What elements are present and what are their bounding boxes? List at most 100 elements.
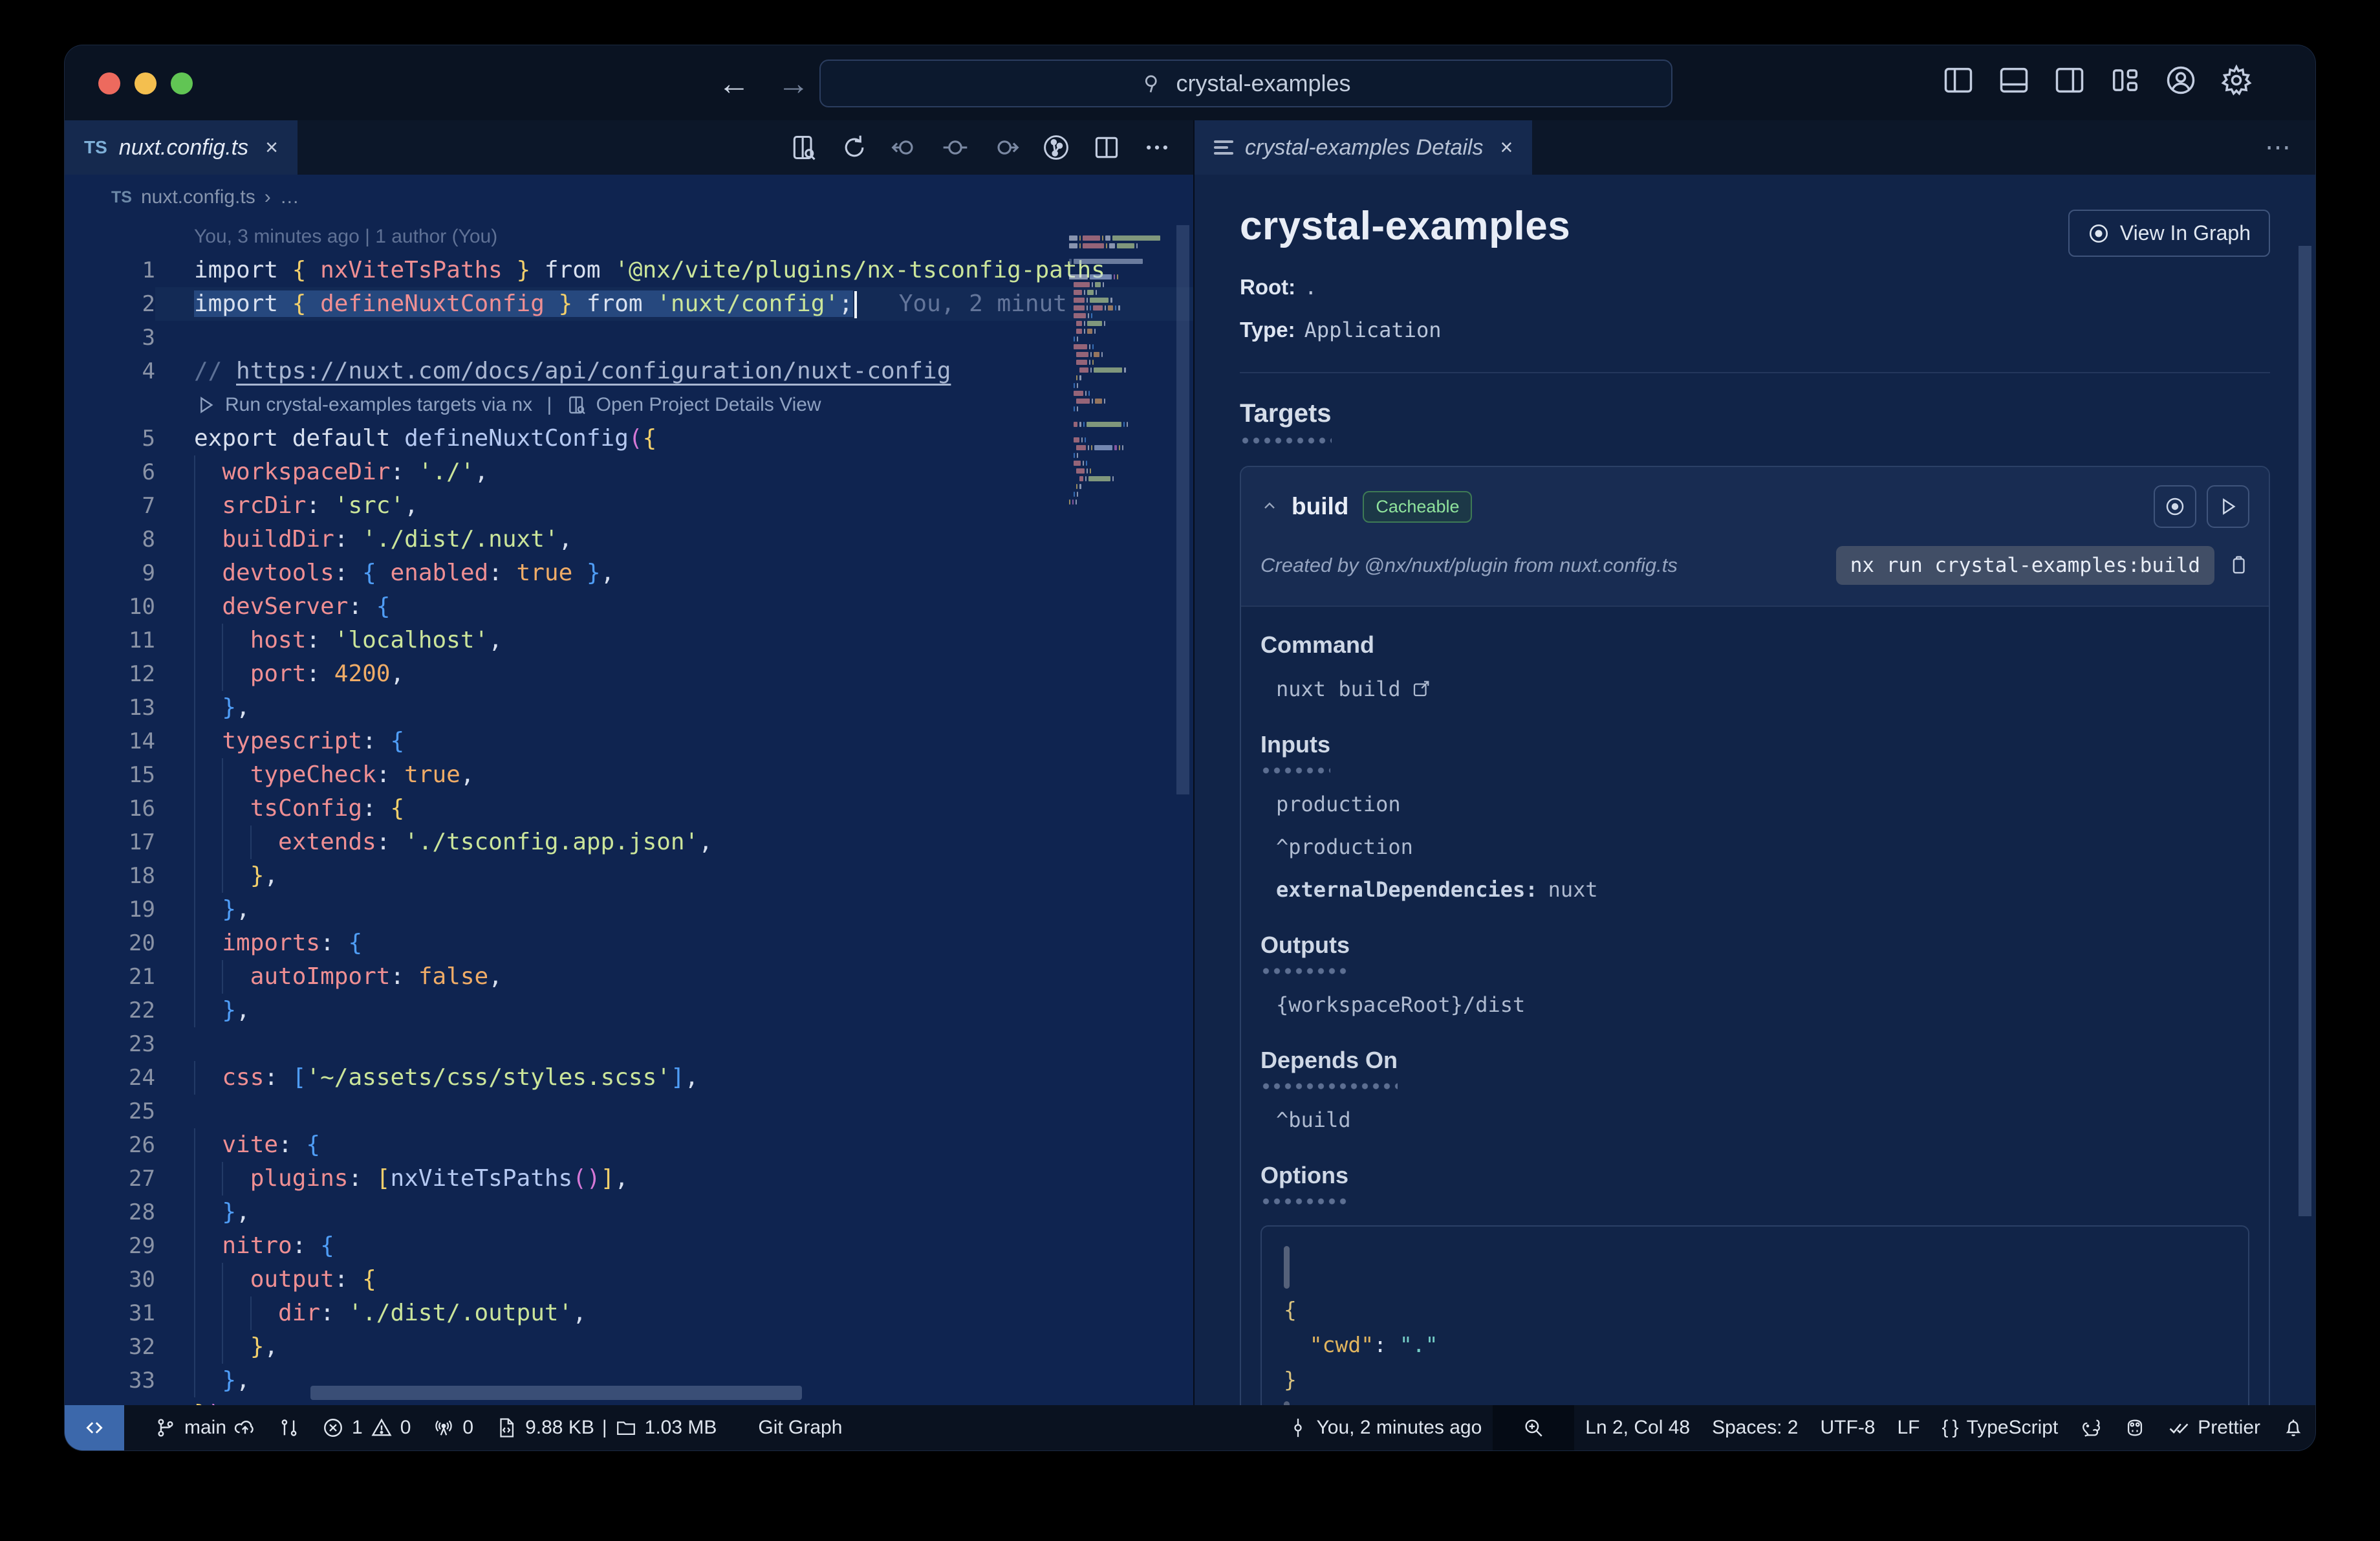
code-line[interactable]: 27 plugins: [nxViteTsPaths()],	[65, 1162, 1193, 1196]
options-json-box[interactable]: { "cwd": "."}	[1260, 1225, 2249, 1405]
code-line[interactable]: Run crystal-examples targets via nx | Op…	[65, 388, 1193, 422]
minimap[interactable]	[1069, 228, 1161, 505]
code-line[interactable]: 20 imports: {	[65, 926, 1193, 960]
more-actions-icon[interactable]	[1143, 133, 1171, 162]
refresh-icon[interactable]	[840, 133, 869, 162]
git-branch-item[interactable]: main	[144, 1405, 267, 1450]
command-value[interactable]: nuxt build	[1260, 677, 2249, 701]
nav-forward-commit-icon[interactable]	[991, 133, 1020, 162]
code-line[interactable]: 3	[65, 321, 1193, 355]
close-window-button[interactable]	[98, 72, 120, 94]
toggle-secondary-sidebar-icon[interactable]	[2053, 63, 2086, 97]
code-line[interactable]: 10 devServer: {	[65, 590, 1193, 624]
code-line[interactable]: 16 tsConfig: {	[65, 792, 1193, 825]
code-line[interactable]: 17 extends: './tsconfig.app.json',	[65, 825, 1193, 859]
view-target-in-graph-button[interactable]	[2154, 485, 2196, 528]
copy-icon[interactable]	[2227, 554, 2249, 576]
build-target-header[interactable]: build Cacheable	[1241, 467, 2269, 533]
code-line[interactable]: 7 srcDir: 'src',	[65, 489, 1193, 523]
editor-horizontal-scrollbar[interactable]	[310, 1386, 802, 1400]
editor-vertical-scrollbar[interactable]	[1176, 225, 1189, 794]
code-line[interactable]: 13 },	[65, 691, 1193, 725]
code-line[interactable]: You, 3 minutes ago | 1 author (You)	[65, 220, 1193, 254]
history-back-button[interactable]: ←	[718, 65, 750, 102]
code-line[interactable]: 24 css: ['~/assets/css/styles.scss'],	[65, 1061, 1193, 1095]
toggle-primary-sidebar-icon[interactable]	[1942, 63, 1975, 97]
git-graph-circle-icon[interactable]	[1042, 133, 1070, 162]
command-center-search[interactable]: crystal-examples	[819, 60, 1672, 107]
maximize-window-button[interactable]	[171, 72, 193, 94]
view-in-graph-button[interactable]: View In Graph	[2068, 210, 2270, 257]
codelens-run[interactable]: Run crystal-examples targets via nx	[225, 388, 532, 422]
minimize-window-button[interactable]	[135, 72, 157, 94]
code-line[interactable]: 30 output: {	[65, 1263, 1193, 1296]
ports-item[interactable]: 0	[422, 1405, 484, 1450]
codelens-open-pdv[interactable]: Open Project Details View	[596, 388, 821, 422]
encoding-item[interactable]: UTF-8	[1810, 1405, 1887, 1450]
code-line[interactable]: 29 nitro: {	[65, 1229, 1193, 1263]
code-line[interactable]: 2 import { defineNuxtConfig } from 'nuxt/…	[65, 287, 1193, 321]
tab-project-details[interactable]: crystal-examples Details ×	[1195, 120, 1533, 175]
account-icon[interactable]	[2164, 63, 2198, 97]
zoom-item[interactable]	[1493, 1405, 1575, 1450]
notifications-item[interactable]	[2271, 1405, 2315, 1450]
gitlens-compare-item[interactable]	[267, 1405, 311, 1450]
code-line[interactable]: 26 vite: {	[65, 1128, 1193, 1162]
code-line[interactable]: 1 import { nxViteTsPaths } from '@nx/vite…	[65, 254, 1193, 287]
prettier-item[interactable]: Prettier	[2157, 1405, 2271, 1450]
tab-nuxt-config[interactable]: TS nuxt.config.ts ×	[65, 120, 298, 175]
customize-layout-icon[interactable]	[2108, 63, 2142, 97]
copilot-item[interactable]	[2113, 1405, 2157, 1450]
code-line[interactable]: 32 },	[65, 1330, 1193, 1364]
code-line[interactable]: 23	[65, 1027, 1193, 1061]
code-line[interactable]: 9 devtools: { enabled: true },	[65, 556, 1193, 590]
breadcrumb[interactable]: TS nuxt.config.ts › …	[65, 175, 1193, 220]
external-link-icon[interactable]	[1411, 679, 1431, 699]
breadcrumb-more[interactable]: …	[280, 186, 299, 208]
cursor-position-item[interactable]: Ln 2, Col 48	[1574, 1405, 1701, 1450]
close-tab-icon[interactable]: ×	[1500, 135, 1513, 160]
file-size-item[interactable]: 9.88 KB | 1.03 MB	[484, 1405, 728, 1450]
code-editor[interactable]: TS nuxt.config.ts › … You, 3 minutes ago…	[65, 175, 1195, 1405]
git-graph-item[interactable]: Git Graph	[747, 1405, 853, 1450]
history-forward-button[interactable]: →	[777, 65, 810, 102]
code-line[interactable]: 4// https://nuxt.com/docs/api/configurat…	[65, 355, 1193, 388]
code-line[interactable]: 6 workspaceDir: './',	[65, 455, 1193, 489]
remote-indicator[interactable]	[65, 1405, 124, 1450]
language-item[interactable]: { } TypeScript	[1931, 1405, 2070, 1450]
code-line[interactable]: 14 typescript: {	[65, 725, 1193, 758]
code-line[interactable]: 11 host: 'localhost',	[65, 624, 1193, 657]
code-line[interactable]: 31 dir: './dist/.output',	[65, 1296, 1193, 1330]
code-line[interactable]: 18 },	[65, 859, 1193, 893]
run-command-chip[interactable]: nx run crystal-examples:build	[1835, 546, 2214, 585]
eol-item[interactable]: LF	[1887, 1405, 1931, 1450]
code-line[interactable]: 22 },	[65, 994, 1193, 1027]
close-tab-icon[interactable]: ×	[265, 135, 278, 160]
bell-icon	[2286, 1419, 2301, 1436]
code-line[interactable]: 25	[65, 1095, 1193, 1128]
indentation-item[interactable]: Spaces: 2	[1701, 1405, 1809, 1450]
code-line[interactable]: 5 export default defineNuxtConfig({	[65, 422, 1193, 455]
panel-scrollbar[interactable]	[2299, 246, 2311, 1216]
nav-back-commit-icon[interactable]	[891, 133, 919, 162]
code-line[interactable]: 12 port: 4200,	[65, 657, 1193, 691]
chevron-up-icon[interactable]	[1260, 497, 1279, 516]
code-line[interactable]: 19 },	[65, 893, 1193, 926]
breadcrumb-file[interactable]: nuxt.config.ts	[141, 186, 255, 208]
blame-item[interactable]: You, 2 minutes ago	[1276, 1405, 1493, 1450]
current-commit-icon[interactable]	[941, 133, 969, 162]
toggle-panel-icon[interactable]	[1997, 63, 2031, 97]
run-target-button[interactable]	[2207, 485, 2249, 528]
split-editor-icon[interactable]	[1092, 133, 1121, 162]
squirrel-item[interactable]	[2069, 1405, 2113, 1450]
settings-gear-icon[interactable]	[2220, 63, 2253, 97]
open-preview-icon[interactable]	[790, 133, 818, 162]
project-details-icon	[1214, 140, 1233, 155]
more-actions-icon[interactable]: ⋯	[2265, 120, 2293, 175]
code-line[interactable]: 28 },	[65, 1196, 1193, 1229]
code-line[interactable]: 8 buildDir: './dist/.nuxt',	[65, 523, 1193, 556]
code-line[interactable]: 15 typeCheck: true,	[65, 758, 1193, 792]
code-lines[interactable]: You, 3 minutes ago | 1 author (You) 1 impo…	[65, 220, 1193, 1405]
problems-item[interactable]: 1 0	[311, 1405, 422, 1450]
code-line[interactable]: 21 autoImport: false,	[65, 960, 1193, 994]
